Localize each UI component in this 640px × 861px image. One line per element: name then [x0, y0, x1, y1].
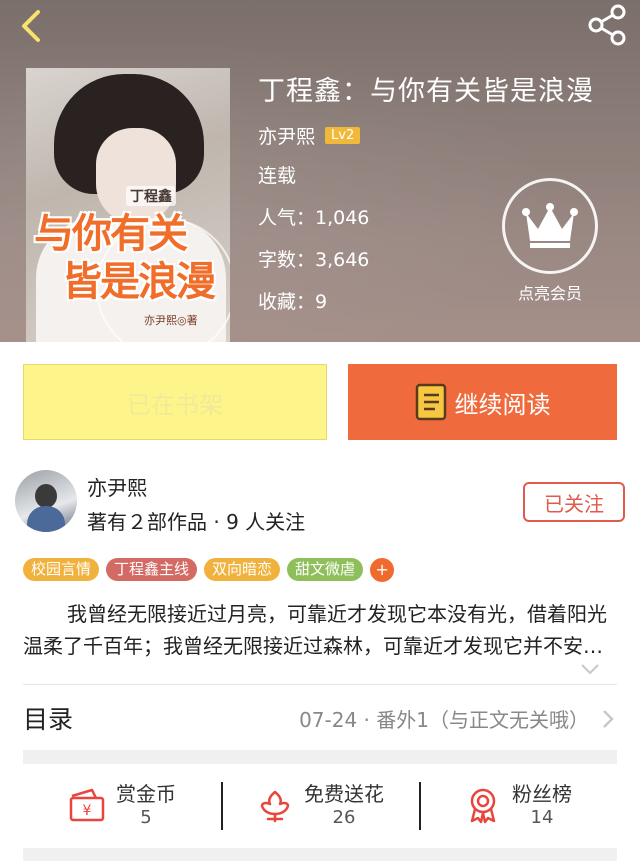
cover-author: 亦尹熙◎著	[144, 314, 198, 327]
author-name[interactable]: 亦尹熙	[87, 472, 147, 501]
book-icon	[415, 383, 446, 421]
divider	[23, 684, 617, 685]
author-card: 亦尹熙 著有２部作品 · 9 人关注 已关注	[15, 470, 625, 534]
catalog-title: 目录	[23, 705, 74, 734]
crown-icon	[522, 203, 578, 248]
back-button[interactable]	[12, 6, 52, 46]
vip-label: 点亮会员	[517, 284, 582, 303]
latest-chapter: 07-24 · 番外1（与正文无关哦）	[299, 708, 589, 732]
send-flowers-label: 免费送花	[304, 782, 384, 806]
book-description[interactable]: 我曾经无限接近过月亮，可靠近才发现它本没有光，借着阳光温柔了千百年；我曾经无限接…	[23, 598, 613, 662]
fan-ranking-button[interactable]: 粉丝榜 14	[419, 772, 617, 838]
send-flowers-text: 免费送花 26	[304, 781, 384, 829]
flower-icon	[260, 790, 290, 823]
send-flowers-value: 26	[332, 807, 356, 828]
vip-button[interactable]: 点亮会员	[500, 178, 600, 304]
reward-coins-label: 赏金币	[116, 782, 176, 806]
fan-ranking-value: 14	[530, 807, 554, 828]
cover-subtitle: 丁程鑫	[126, 186, 176, 206]
expand-chevron-icon[interactable]	[580, 662, 600, 676]
author-avatar[interactable]	[15, 470, 77, 532]
author-stats: 著有２部作品 · 9 人关注	[87, 510, 306, 534]
send-flowers-button[interactable]: 免费送花 26	[221, 772, 419, 838]
more-tags-button[interactable]: +	[370, 558, 395, 582]
cover-title-line2: 皆是浪漫	[62, 258, 216, 305]
cover-title-line1: 与你有关	[34, 210, 188, 257]
avatar-head	[35, 484, 57, 508]
vip-circle	[502, 178, 598, 274]
fan-ranking-text: 粉丝榜 14	[512, 781, 572, 829]
section-separator	[23, 750, 617, 764]
in-shelf-button[interactable]: 已在书架	[23, 364, 327, 440]
book-cover[interactable]: 丁程鑫 与你有关 皆是浪漫 亦尹熙◎著	[26, 68, 230, 342]
follow-label: 已关注	[544, 491, 604, 516]
book-header: 丁程鑫 与你有关 皆是浪漫 亦尹熙◎著 丁程鑫：与你有关皆是浪漫 亦尹熙 Lv2…	[0, 0, 640, 342]
author-level-badge: Lv2	[325, 127, 361, 144]
coin-envelope-icon: ¥	[69, 788, 105, 822]
continue-reading-label: 继续阅读	[454, 390, 551, 419]
reward-coins-value: 5	[140, 807, 152, 828]
fan-ranking-label: 粉丝榜	[512, 782, 572, 806]
catalog-row[interactable]: 目录 07-24 · 番外1（与正文无关哦）	[23, 694, 617, 744]
avatar-body	[27, 506, 65, 532]
medal-icon	[470, 788, 496, 824]
continue-reading-button[interactable]: 继续阅读	[348, 364, 617, 440]
tag-item[interactable]: 双向暗恋	[204, 558, 281, 581]
reward-coins-button[interactable]: ¥ 赏金币 5	[23, 772, 221, 838]
share-button[interactable]	[584, 2, 630, 48]
tag-item[interactable]: 校园言情	[23, 558, 100, 581]
back-chevron-icon	[22, 10, 40, 42]
svg-text:¥: ¥	[83, 803, 92, 819]
chevron-right-icon	[603, 710, 614, 728]
book-title: 丁程鑫：与你有关皆是浪漫	[258, 76, 594, 107]
follow-button[interactable]: 已关注	[523, 482, 625, 522]
in-shelf-label: 已在书架	[127, 390, 223, 419]
reward-coins-text: 赏金币 5	[116, 781, 176, 829]
book-author-row: 亦尹熙 Lv2	[258, 122, 594, 149]
tag-item[interactable]: 甜文微虐	[287, 558, 364, 581]
share-icon	[588, 4, 626, 46]
book-author[interactable]: 亦尹熙	[258, 122, 315, 149]
tag-item[interactable]: 丁程鑫主线	[106, 558, 198, 581]
interaction-stats: ¥ 赏金币 5 免费送花 26 粉丝榜 14	[23, 772, 617, 838]
section-separator	[23, 848, 617, 861]
tag-list: 校园言情 丁程鑫主线 双向暗恋 甜文微虐 +	[23, 558, 395, 582]
